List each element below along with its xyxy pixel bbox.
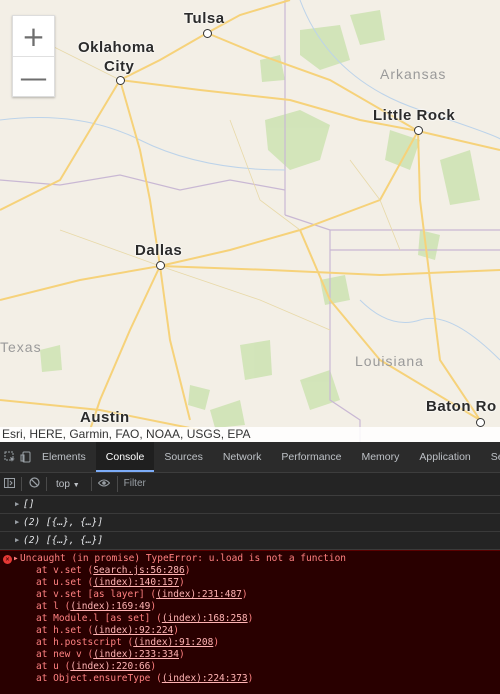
stack-frame-link[interactable]: (index):91:208 xyxy=(133,637,213,648)
console-error-entry[interactable]: ✕ ▶ Uncaught (in promise) TypeError: u.l… xyxy=(0,550,500,694)
expand-arrow-icon[interactable]: ▶ xyxy=(14,553,18,565)
state-label-louisiana: Louisiana xyxy=(355,353,424,369)
stack-frame-close: ) xyxy=(213,637,220,648)
zoom-in-button[interactable]: + xyxy=(13,16,54,56)
context-selector[interactable]: top ▼ xyxy=(56,479,80,490)
stack-frame-close: ) xyxy=(150,661,157,672)
zoom-out-button[interactable]: — xyxy=(13,56,54,97)
stack-frame-link[interactable]: (index):231:487 xyxy=(156,589,242,600)
log-text: [] xyxy=(23,499,35,510)
stack-frame-link[interactable]: (index):220:66 xyxy=(70,661,150,672)
city-marker-oklahoma-city xyxy=(116,76,125,85)
stack-frame-link[interactable]: (index):92:224 xyxy=(93,625,173,636)
stack-frame-link[interactable]: (index):169:49 xyxy=(70,601,150,612)
error-message: Uncaught (in promise) TypeError: u.load … xyxy=(20,553,347,564)
stack-frame: at new v ((index):233:334) xyxy=(0,649,500,661)
stack-frame: at v.set (Search.js:56:286) xyxy=(0,565,500,577)
stack-frame-close: ) xyxy=(247,613,254,624)
state-label-texas: Texas xyxy=(0,339,42,355)
toolbar-divider xyxy=(46,477,47,491)
stack-frame-function: at new v ( xyxy=(36,649,94,660)
chevron-down-icon: ▼ xyxy=(72,481,80,489)
inspect-element-icon[interactable] xyxy=(4,448,16,466)
tab-elements[interactable]: Elements xyxy=(32,442,96,472)
device-toolbar-icon[interactable] xyxy=(20,448,32,466)
expand-arrow-icon[interactable]: ▶ xyxy=(15,532,19,549)
stack-frame-function: at h.set ( xyxy=(36,625,94,636)
log-text: (2) [{…}, {…}] xyxy=(23,517,104,528)
tab-sources[interactable]: Sources xyxy=(154,442,213,472)
stack-frame-link[interactable]: Search.js:56:286 xyxy=(93,565,185,576)
city-label-austin: Austin xyxy=(80,409,130,426)
city-marker-tulsa xyxy=(203,29,212,38)
tab-security[interactable]: Secu xyxy=(481,442,500,472)
stack-frame: at l ((index):169:49) xyxy=(0,601,500,613)
expand-arrow-icon[interactable]: ▶ xyxy=(15,514,19,531)
tab-memory[interactable]: Memory xyxy=(351,442,409,472)
stack-frame-close: ) xyxy=(173,625,180,636)
stack-frame-function: at v.set [as layer] ( xyxy=(36,589,157,600)
log-text: (2) [{…}, {…}] xyxy=(23,535,104,546)
stack-trace: at v.set (Search.js:56:286) at u.set ((in… xyxy=(0,565,500,685)
stack-frame-close: ) xyxy=(179,577,185,588)
stack-frame: at Object.ensureType ((index):224:373) xyxy=(0,673,500,685)
stack-frame-function: at u.set ( xyxy=(36,577,94,588)
clear-console-icon[interactable] xyxy=(25,477,43,491)
tab-network[interactable]: Network xyxy=(213,442,272,472)
stack-frame: at u.set ((index):140:157) xyxy=(0,577,500,589)
city-marker-dallas xyxy=(156,261,165,270)
stack-frame: at u ((index):220:66) xyxy=(0,661,500,673)
stack-frame: at v.set [as layer] ((index):231:487) xyxy=(0,589,500,601)
stack-frame: at h.set ((index):92:224) xyxy=(0,625,500,637)
eye-icon[interactable] xyxy=(95,478,113,490)
tab-console[interactable]: Console xyxy=(95,442,155,472)
error-header[interactable]: ✕ ▶ Uncaught (in promise) TypeError: u.l… xyxy=(0,553,500,565)
error-icon: ✕ xyxy=(3,555,12,564)
stack-frame-link[interactable]: (index):140:157 xyxy=(93,577,179,588)
console-toolbar: top ▼ Filter xyxy=(0,473,500,496)
city-marker-baton-rouge xyxy=(476,418,485,427)
toolbar-divider xyxy=(90,477,92,491)
stack-frame-link[interactable]: (index):168:258 xyxy=(162,613,248,624)
console-log-line[interactable]: ▶ [] xyxy=(0,496,500,514)
stack-frame-close: ) xyxy=(247,673,254,684)
state-label-arkansas: Arkansas xyxy=(380,66,447,82)
stack-frame-link[interactable]: (index):233:334 xyxy=(93,649,179,660)
filter-input[interactable]: Filter xyxy=(116,476,146,492)
console-log-line[interactable]: ▶ (2) [{…}, {…}] xyxy=(0,514,500,532)
stack-frame: at Module.l [as set] ((index):168:258) xyxy=(0,613,500,625)
sidebar-toggle-icon[interactable] xyxy=(0,477,18,491)
stack-frame-close: ) xyxy=(184,565,191,576)
stack-frame-function: at Module.l [as set] ( xyxy=(36,613,162,624)
city-label-oklahoma-city: City xyxy=(104,58,135,75)
console-log-line[interactable]: ▶ (2) [{…}, {…}] xyxy=(0,532,500,550)
stack-frame-function: at v.set ( xyxy=(36,565,94,576)
stack-frame: at h.postscript ((index):91:208) xyxy=(0,637,500,649)
city-marker-little-rock xyxy=(414,126,423,135)
city-label-baton-rouge: Baton Ro xyxy=(426,398,497,415)
stack-frame-close: ) xyxy=(150,601,157,612)
map-view[interactable]: + — Tulsa Oklahoma City Arkansas Little … xyxy=(0,0,500,442)
city-label-dallas: Dallas xyxy=(135,242,183,259)
context-label: top xyxy=(56,478,70,490)
stack-frame-close: ) xyxy=(241,589,248,600)
city-label-oklahoma: Oklahoma xyxy=(78,39,155,56)
stack-frame-function: at u ( xyxy=(36,661,71,672)
city-label-tulsa: Tulsa xyxy=(184,10,225,27)
city-label-little-rock: Little Rock xyxy=(373,107,456,124)
stack-frame-close: ) xyxy=(179,649,185,660)
stack-frame-function: at Object.ensureType ( xyxy=(36,673,162,684)
devtools-tabbar: Elements Console Sources Network Perform… xyxy=(0,442,500,473)
tab-performance[interactable]: Performance xyxy=(271,442,351,472)
stack-frame-link[interactable]: (index):224:373 xyxy=(162,673,248,684)
stack-frame-function: at l ( xyxy=(36,601,71,612)
stack-frame-function: at h.postscript ( xyxy=(36,637,134,648)
devtools-panel: Elements Console Sources Network Perform… xyxy=(0,442,500,694)
tab-application[interactable]: Application xyxy=(409,442,480,472)
map-attribution[interactable]: Esri, HERE, Garmin, FAO, NOAA, USGS, EPA xyxy=(0,427,500,442)
toolbar-divider xyxy=(21,477,22,491)
expand-arrow-icon[interactable]: ▶ xyxy=(15,496,19,513)
zoom-controls: + — xyxy=(12,15,55,97)
